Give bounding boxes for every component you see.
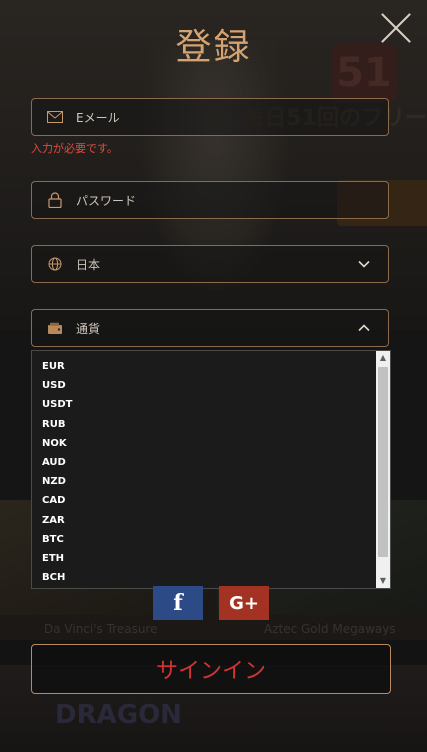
currency-option[interactable]: BTC: [32, 530, 376, 549]
currency-select[interactable]: 通貨: [31, 309, 389, 347]
globe-icon: [46, 255, 64, 273]
currency-option-list: EUR USD USDT RUB NOK AUD NZD CAD ZAR BTC ETH BCH: [32, 357, 376, 587]
wallet-icon: [46, 319, 64, 337]
password-placeholder: パスワード: [76, 193, 137, 208]
close-icon[interactable]: [380, 12, 412, 44]
currency-option[interactable]: ZAR: [32, 511, 376, 530]
currency-label: 通貨: [76, 321, 101, 336]
modal-title: 登録: [175, 27, 252, 68]
scroll-up-arrow-icon[interactable]: ▲: [376, 351, 390, 365]
country-select[interactable]: 日本: [31, 245, 389, 283]
facebook-login-button[interactable]: f: [153, 586, 203, 620]
dropdown-scrollbar[interactable]: ▲ ▼: [376, 351, 390, 588]
email-field[interactable]: Eメール: [31, 98, 389, 136]
currency-option[interactable]: AUD: [32, 453, 376, 472]
currency-option[interactable]: NZD: [32, 472, 376, 491]
chevron-down-icon: [354, 254, 374, 274]
currency-option[interactable]: USDT: [32, 395, 376, 414]
signin-button[interactable]: サインイン: [31, 644, 391, 694]
envelope-icon: [46, 108, 64, 126]
email-error-message: 入力が必要です。: [31, 142, 118, 155]
country-value: 日本: [76, 257, 101, 272]
currency-option[interactable]: EUR: [32, 357, 376, 376]
chevron-up-icon: [354, 318, 374, 338]
lock-icon: [46, 191, 64, 209]
google-plus-login-button[interactable]: G+: [219, 586, 269, 620]
currency-option[interactable]: ETH: [32, 549, 376, 568]
scroll-down-arrow-icon[interactable]: ▼: [376, 574, 390, 588]
scrollbar-thumb[interactable]: [378, 367, 388, 557]
password-field[interactable]: パスワード: [31, 181, 389, 219]
currency-dropdown[interactable]: EUR USD USDT RUB NOK AUD NZD CAD ZAR BTC ETH BCH ▲ …: [31, 350, 391, 589]
email-placeholder: Eメール: [76, 110, 120, 125]
currency-option[interactable]: RUB: [32, 415, 376, 434]
currency-option[interactable]: CAD: [32, 491, 376, 510]
currency-option[interactable]: NOK: [32, 434, 376, 453]
currency-option[interactable]: BCH: [32, 568, 376, 587]
currency-option[interactable]: USD: [32, 376, 376, 395]
